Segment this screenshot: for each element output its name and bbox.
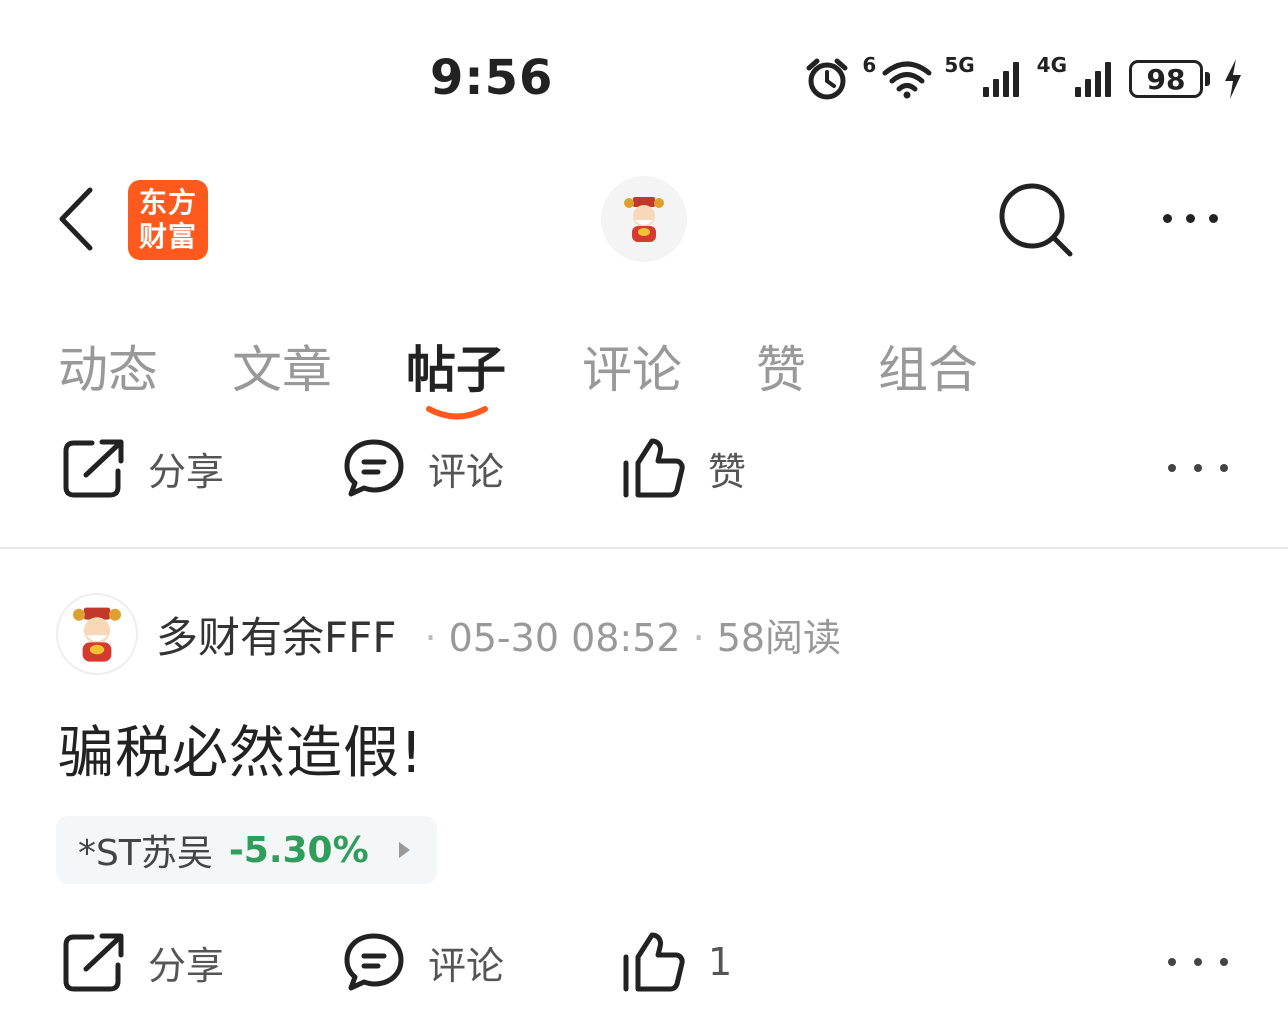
tab-comments[interactable]: 评论 <box>582 330 682 402</box>
comment-label: 评论 <box>428 449 505 494</box>
tab-posts[interactable]: 帖子 <box>406 330 506 402</box>
active-tab-indicator <box>426 406 488 420</box>
post-more-button[interactable] <box>1168 450 1228 486</box>
signal-4g-icon <box>1075 62 1111 97</box>
like-count: 1 <box>708 940 733 984</box>
back-arrow-icon <box>59 187 93 251</box>
signal-5g-icon <box>982 62 1019 97</box>
share-button[interactable]: 分享 <box>62 428 224 508</box>
post-meta: · 05-30 08:52 · 58阅读 <box>424 615 842 660</box>
wifi-label: 6 <box>862 53 877 77</box>
tab-bar: 动态 文章 帖子 评论 赞 组合 <box>0 330 1288 420</box>
profile-avatar[interactable] <box>601 176 687 262</box>
more-icon <box>1168 464 1176 472</box>
divider <box>0 547 1288 549</box>
thumbs-up-icon <box>623 932 685 992</box>
back-button[interactable] <box>52 186 102 252</box>
like-label: 赞 <box>708 449 747 494</box>
chevron-right-icon <box>398 842 410 858</box>
like-button[interactable]: 1 <box>622 922 732 1002</box>
comment-label: 评论 <box>428 943 505 988</box>
avatar-icon <box>73 607 121 662</box>
share-label: 分享 <box>148 943 225 988</box>
post-title[interactable]: 骗税必然造假! <box>58 708 423 789</box>
author-avatar[interactable] <box>56 593 138 675</box>
alarm-icon <box>806 58 848 100</box>
stock-tag[interactable]: *ST苏吴 -5.30% <box>56 816 437 884</box>
post-time: 05-30 08:52 <box>448 615 681 660</box>
more-button[interactable] <box>1150 200 1230 236</box>
share-icon <box>63 439 124 498</box>
tab-articles[interactable]: 文章 <box>232 330 332 402</box>
logo-line1: 东方 <box>138 186 197 219</box>
sim2-label: 4G <box>1036 53 1067 77</box>
post-header: 多财有余FFF · 05-30 08:52 · 58阅读 <box>56 592 841 676</box>
search-button[interactable] <box>996 180 1076 260</box>
app-logo: 东方 财富 <box>128 180 208 260</box>
post-more-button[interactable] <box>1168 944 1228 980</box>
search-icon <box>999 183 1073 257</box>
status-icons: 6 5G 4G 98 <box>804 53 1244 104</box>
battery-icon: 98 <box>1129 60 1210 98</box>
avatar-icon <box>624 197 664 242</box>
comment-button[interactable]: 评论 <box>342 428 504 508</box>
charging-icon <box>1225 59 1241 99</box>
share-label: 分享 <box>148 449 225 494</box>
prev-post-actions: 分享 评论 赞 <box>0 428 1288 508</box>
header: 东方 财富 <box>0 160 1288 280</box>
tab-dynamics[interactable]: 动态 <box>58 330 158 402</box>
post-reads: 58阅读 <box>716 615 842 660</box>
wifi-icon <box>882 61 932 99</box>
more-icon <box>1168 958 1176 966</box>
share-icon <box>63 933 124 992</box>
tab-portfolios[interactable]: 组合 <box>878 330 978 402</box>
comment-icon <box>344 439 404 497</box>
like-button[interactable]: 赞 <box>622 428 746 508</box>
comment-icon <box>344 933 404 991</box>
thumbs-up-icon <box>623 438 685 498</box>
stock-change: -5.30% <box>228 829 369 871</box>
sim1-label: 5G <box>944 53 975 77</box>
more-icon <box>1162 213 1172 223</box>
battery-level: 98 <box>1129 60 1203 98</box>
logo-line2: 财富 <box>138 220 197 253</box>
share-button[interactable]: 分享 <box>62 922 224 1002</box>
tab-likes[interactable]: 赞 <box>756 330 806 402</box>
comment-button[interactable]: 评论 <box>342 922 504 1002</box>
post-author[interactable]: 多财有余FFF <box>156 604 396 665</box>
stock-name: *ST苏吴 <box>78 833 213 874</box>
status-bar: 9:56 6 5G 4G 98 <box>0 0 1288 140</box>
post-actions: 分享 评论 1 <box>0 922 1288 1002</box>
status-time: 9:56 <box>430 50 554 106</box>
